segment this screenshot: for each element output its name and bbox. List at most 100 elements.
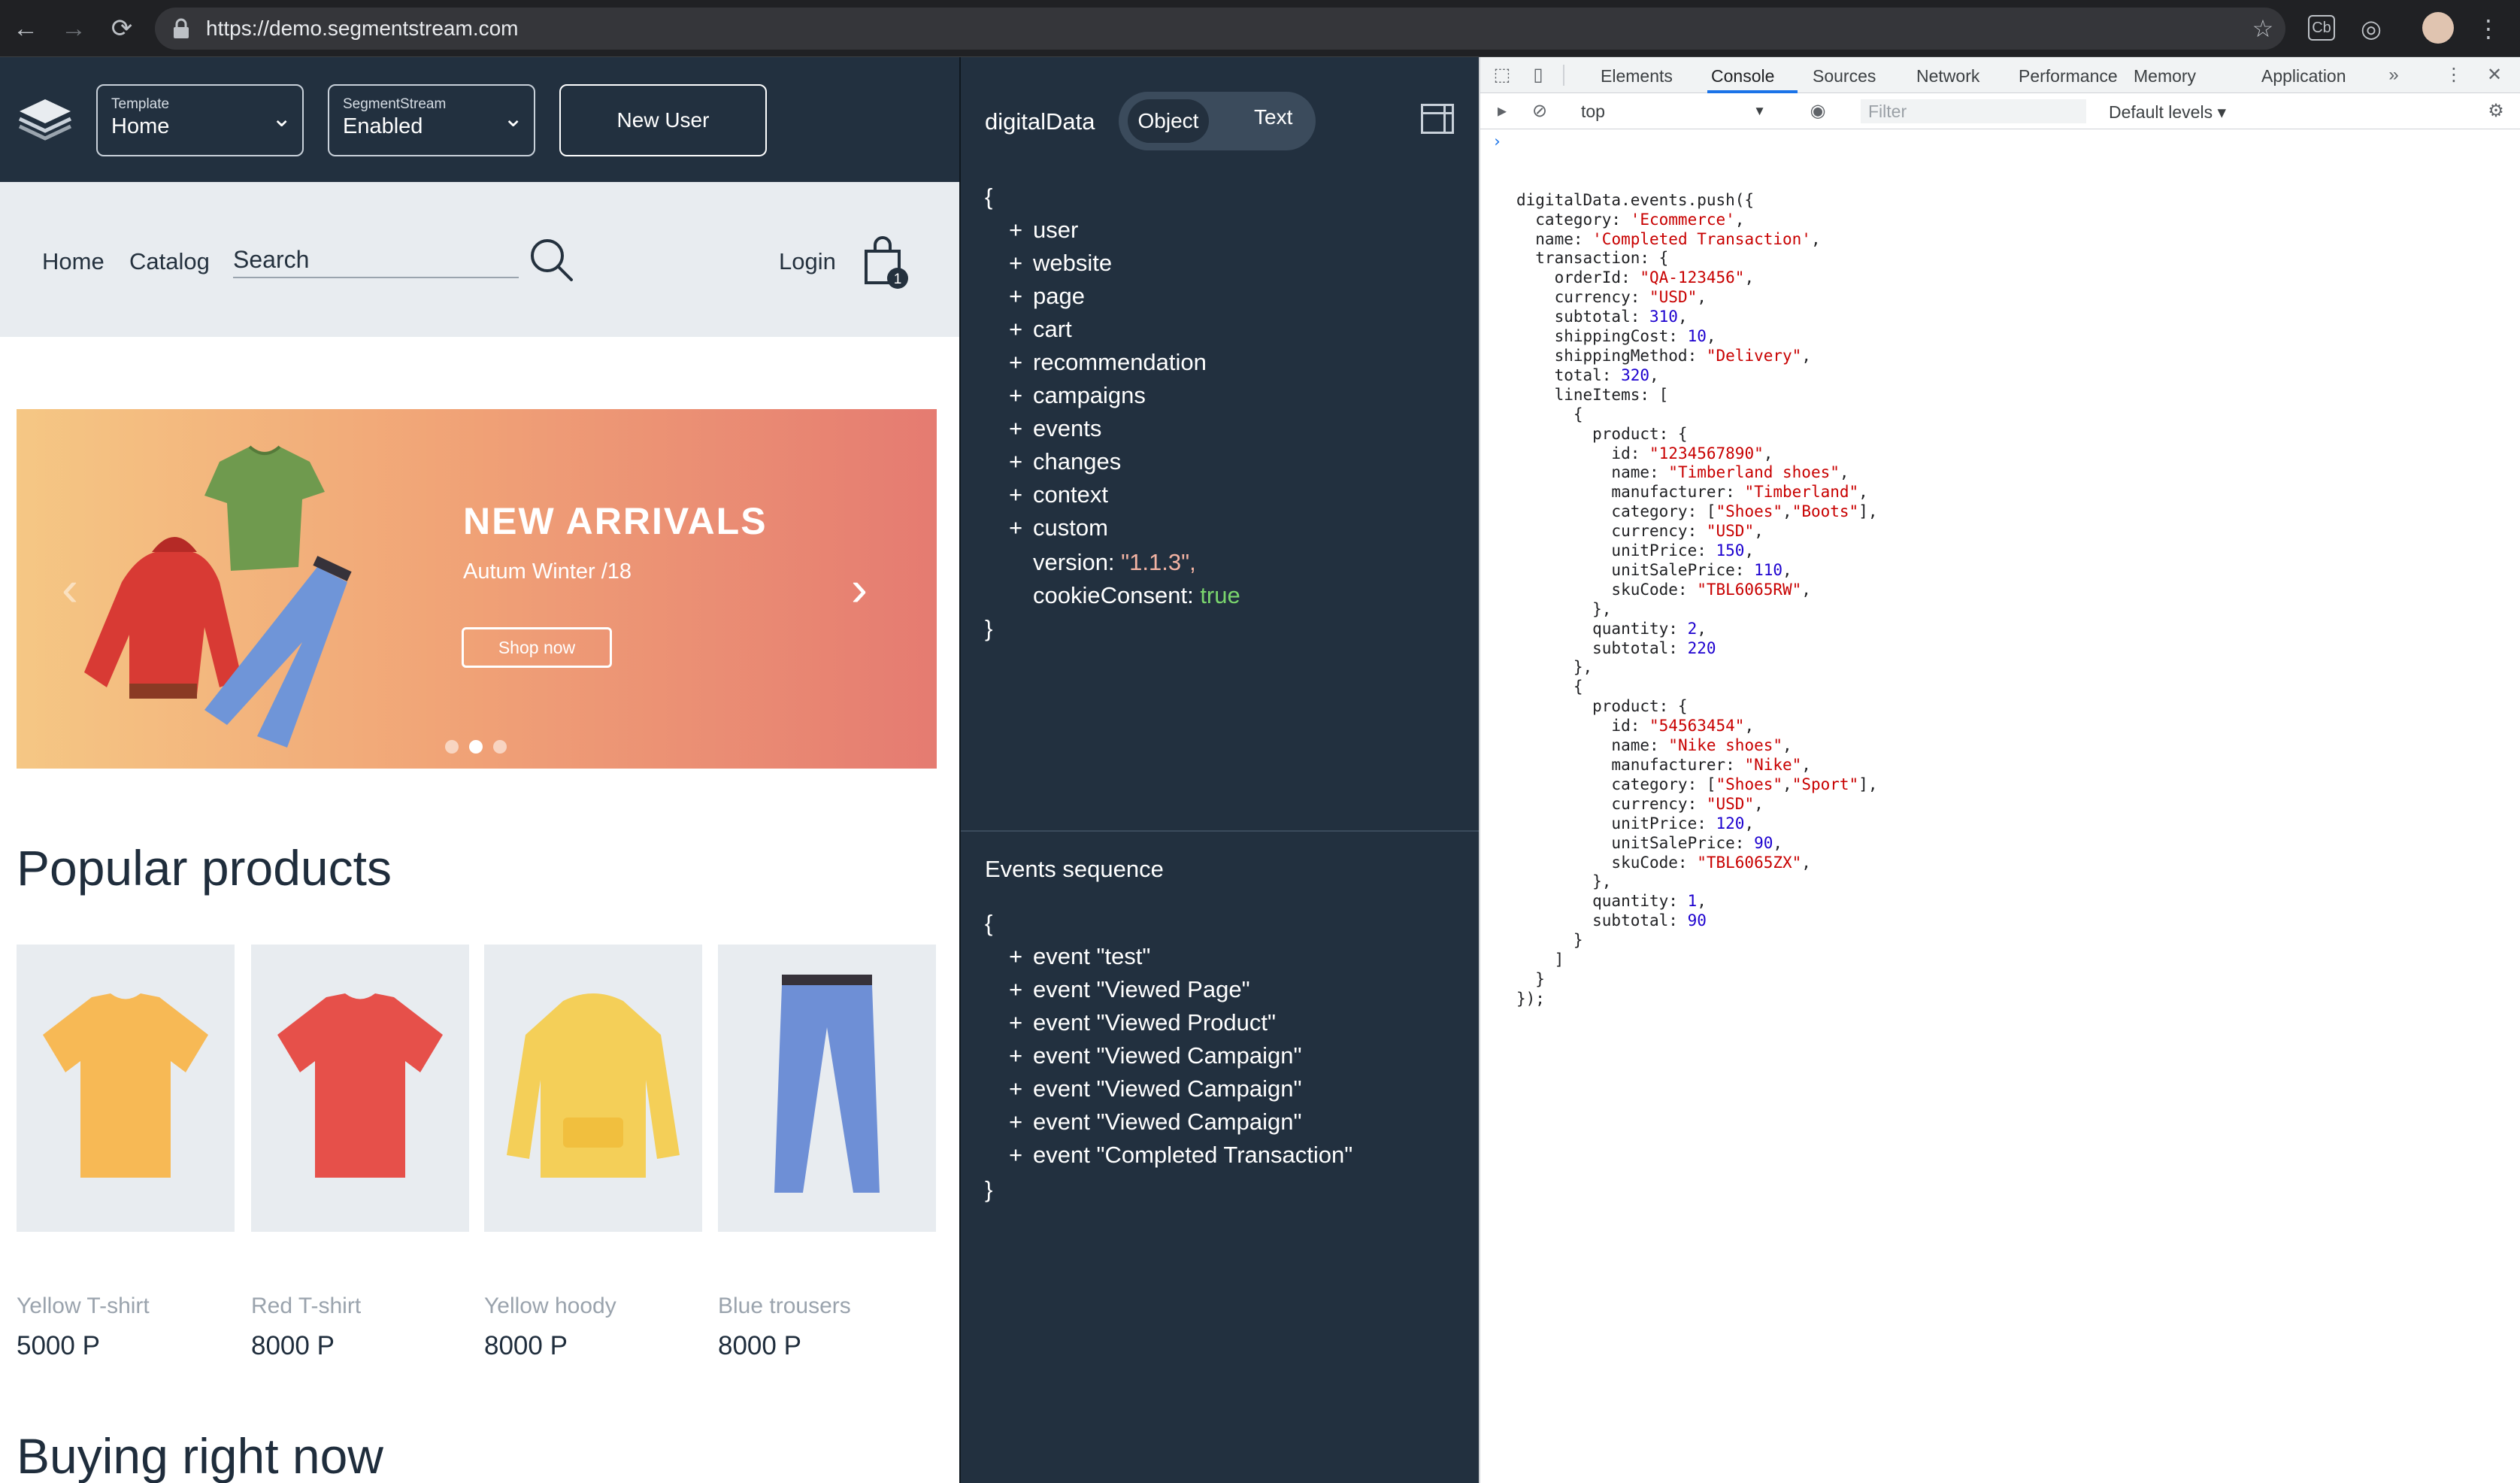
prev-slide-icon[interactable]: ‹ (62, 560, 78, 617)
banner-subtitle: Autum Winter /18 (463, 560, 632, 584)
search-icon[interactable] (528, 236, 574, 283)
event-row[interactable]: + event "Viewed Campaign" (1009, 1075, 1301, 1102)
code-token: , (1782, 502, 1792, 521)
segmentstream-select[interactable]: SegmentStream Enabled ⌄ (328, 84, 535, 156)
expand-plus-icon[interactable]: + (1009, 1042, 1033, 1069)
product-card-red-tshirt[interactable] (251, 945, 469, 1232)
slide-dot-2[interactable] (469, 740, 483, 754)
product-card-yellow-hoody[interactable] (484, 945, 702, 1232)
tab-console[interactable]: Console (1711, 66, 1774, 86)
json-close-brace: } (985, 615, 993, 641)
search-input[interactable] (233, 242, 519, 278)
tree-node-page[interactable]: + page (1009, 283, 1085, 310)
tree-node-user[interactable]: + user (1009, 217, 1078, 244)
slide-dot-1[interactable] (445, 740, 459, 754)
expand-plus-icon[interactable]: + (1009, 250, 1033, 277)
expand-plus-icon[interactable]: + (1009, 943, 1033, 970)
expand-plus-icon[interactable]: + (1009, 1075, 1033, 1102)
expand-plus-icon[interactable]: + (1009, 1108, 1033, 1136)
slide-dot-3[interactable] (493, 740, 507, 754)
cart-icon[interactable]: 1 (859, 235, 911, 290)
console-filter-input[interactable] (1861, 99, 2086, 123)
event-row[interactable]: + event "Viewed Product" (1009, 1009, 1276, 1036)
expand-plus-icon[interactable]: + (1009, 481, 1033, 508)
nav-home-link[interactable]: Home (42, 248, 104, 275)
tree-node-label: website (1033, 250, 1113, 276)
cookie-consent-value: true (1200, 582, 1240, 608)
tree-node-website[interactable]: + website (1009, 250, 1112, 277)
tab-elements[interactable]: Elements (1601, 66, 1673, 86)
tree-node-changes[interactable]: + changes (1009, 448, 1121, 475)
expand-plus-icon[interactable]: + (1009, 976, 1033, 1003)
product-name[interactable]: Yellow T-shirt (17, 1293, 150, 1319)
expand-plus-icon[interactable]: + (1009, 415, 1033, 442)
code-token: currency: (1516, 794, 1707, 813)
event-row[interactable]: + event "Viewed Campaign" (1009, 1108, 1301, 1136)
code-token: , (1763, 444, 1773, 462)
toggle-text[interactable]: Text (1254, 105, 1292, 129)
more-tabs-icon[interactable]: » (2382, 64, 2405, 86)
devtools-menu-icon[interactable]: ⋮ (2443, 64, 2465, 86)
expand-plus-icon[interactable]: + (1009, 217, 1033, 244)
inspect-element-icon[interactable]: ⬚ (1491, 64, 1513, 86)
forward-icon[interactable]: → (56, 11, 92, 47)
product-card-blue-trousers[interactable] (718, 945, 936, 1232)
expand-plus-icon[interactable]: + (1009, 448, 1033, 475)
expand-plus-icon[interactable]: + (1009, 1009, 1033, 1036)
expand-plus-icon[interactable]: + (1009, 1142, 1033, 1169)
extension-cb-icon[interactable]: Cb (2308, 15, 2335, 41)
nav-catalog-link[interactable]: Catalog (129, 248, 210, 275)
clear-console-icon[interactable]: ⊘ (1528, 100, 1551, 123)
context-select[interactable]: top ▼ (1581, 99, 1766, 123)
address-bar[interactable]: https://demo.segmentstream.com (155, 8, 2285, 50)
expand-plus-icon[interactable]: + (1009, 514, 1033, 541)
next-slide-icon[interactable]: › (851, 560, 868, 617)
tree-node-custom[interactable]: + custom (1009, 514, 1108, 541)
new-user-button[interactable]: New User (559, 84, 767, 156)
product-card-yellow-tshirt[interactable] (17, 945, 235, 1232)
event-row[interactable]: + event "test" (1009, 943, 1150, 970)
tab-network[interactable]: Network (1916, 66, 1979, 86)
default-levels-dropdown[interactable]: Default levels ▾ (2109, 102, 2226, 123)
string-token: "USD" (1706, 522, 1755, 541)
tab-memory[interactable]: Memory (2134, 66, 2196, 86)
expand-plus-icon[interactable]: + (1009, 349, 1033, 376)
tree-node-campaigns[interactable]: + campaigns (1009, 382, 1146, 409)
eye-icon[interactable]: ◉ (1807, 100, 1829, 123)
login-link[interactable]: Login (779, 248, 836, 275)
tab-performance[interactable]: Performance (2019, 66, 2118, 86)
code-token: subtotal: (1516, 911, 1688, 930)
event-row[interactable]: + event "Completed Transaction" (1009, 1142, 1352, 1169)
tree-node-recommendation[interactable]: + recommendation (1009, 349, 1207, 376)
chevron-down-icon: ⌄ (503, 105, 523, 132)
event-row[interactable]: + event "Viewed Campaign" (1009, 1042, 1301, 1069)
device-toolbar-icon[interactable]: ▯ (1527, 64, 1549, 86)
settings-gear-icon[interactable]: ⚙ (2485, 100, 2507, 123)
expand-plus-icon[interactable]: + (1009, 382, 1033, 409)
sidebar-toggle-icon[interactable]: ▸ (1491, 100, 1513, 123)
tab-sources[interactable]: Sources (1813, 66, 1876, 86)
tree-node-events[interactable]: + events (1009, 415, 1101, 442)
product-name[interactable]: Yellow hoody (484, 1293, 616, 1319)
product-name[interactable]: Blue trousers (718, 1293, 851, 1319)
shop-now-button[interactable]: Shop now (462, 627, 612, 668)
product-name[interactable]: Red T-shirt (251, 1293, 361, 1319)
close-devtools-icon[interactable]: ✕ (2483, 64, 2506, 86)
expand-plus-icon[interactable]: + (1009, 283, 1033, 310)
kebab-menu-icon[interactable]: ⋮ (2473, 14, 2503, 44)
tree-node-cart[interactable]: + cart (1009, 316, 1072, 343)
layout-panel-icon[interactable] (1421, 104, 1454, 134)
back-icon[interactable]: ← (8, 11, 44, 47)
reload-icon[interactable]: ⟳ (104, 11, 140, 47)
tree-node-context[interactable]: + context (1009, 481, 1108, 508)
template-select[interactable]: Template Home ⌄ (96, 84, 304, 156)
tab-application[interactable]: Application (2261, 66, 2346, 86)
star-icon[interactable]: ☆ (2248, 14, 2278, 44)
profile-avatar[interactable] (2422, 12, 2454, 44)
event-row[interactable]: + event "Viewed Page" (1009, 976, 1250, 1003)
lock-icon (174, 18, 189, 38)
toggle-object[interactable]: Object (1128, 99, 1209, 143)
expand-plus-icon[interactable]: + (1009, 316, 1033, 343)
extension-target-icon[interactable]: ◎ (2356, 14, 2386, 44)
string-token: "Shoes" (1716, 775, 1783, 793)
